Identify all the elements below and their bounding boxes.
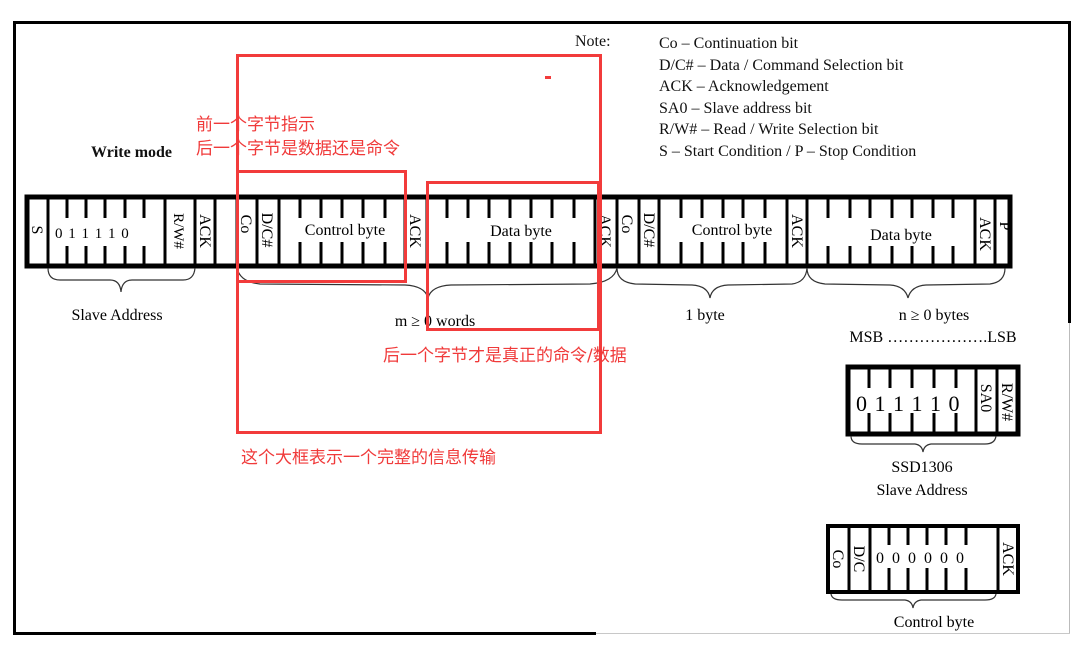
slave-address-bits: 0 1 1 1 1 0 — [55, 226, 130, 242]
slave-address-caption: Slave Address — [71, 307, 162, 324]
brace-slave-address — [47, 267, 196, 293]
brace-one-byte — [616, 267, 808, 299]
ack-cell-4: ACK — [788, 214, 805, 248]
control-byte-caption: Control byte — [894, 614, 974, 631]
brace-control-byte — [830, 593, 997, 609]
one-byte-caption: 1 byte — [685, 307, 725, 324]
ssd1306-caption-line2: Slave Address — [876, 482, 967, 499]
control-dc-bit-cell: D/C — [850, 546, 867, 573]
ssd1306-rw-bit-cell: R/W# — [998, 383, 1015, 421]
stop-condition-cell: P — [996, 222, 1013, 231]
brace-ssd1306-address — [850, 435, 997, 453]
co-bit-cell-2: Co — [618, 215, 635, 234]
annotation-mark — [545, 76, 551, 79]
ssd1306-address-bits: 0 1 1 1 1 0 — [856, 391, 961, 416]
msb-lsb-caption: MSB ……………….LSB — [849, 329, 1016, 346]
dc-bit-cell-2: D/C# — [640, 213, 657, 248]
ssd1306-caption-line1: SSD1306 — [891, 459, 952, 476]
annotation-box-data-byte — [426, 181, 600, 331]
ack-cell-5: ACK — [976, 217, 993, 251]
rw-bit-cell: R/W# — [170, 213, 186, 249]
annotation-data-byte: 后一个字节才是真正的命令/数据 — [383, 346, 627, 366]
control-byte-cell-2: Control byte — [692, 222, 772, 239]
annotation-control-byte-line1: 前一个字节指示 — [196, 115, 315, 135]
ack-cell-1: ACK — [196, 214, 213, 248]
data-byte-cell-2: Data byte — [870, 227, 932, 244]
n-bytes-caption: n ≥ 0 bytes — [899, 307, 970, 324]
control-ack-cell: ACK — [999, 542, 1016, 576]
annotation-control-byte-line2: 后一个字节是数据还是命令 — [196, 139, 400, 159]
sa0-bit-cell: SA0 — [977, 384, 994, 412]
annotation-box-control-byte — [236, 170, 407, 283]
brace-n-bytes — [806, 267, 1006, 299]
start-condition-cell: S — [28, 226, 45, 235]
control-co-bit-cell: Co — [829, 550, 846, 569]
annotation-full-transfer: 这个大框表示一个完整的信息传输 — [241, 448, 496, 468]
control-byte-bits: 0 0 0 0 0 0 — [876, 550, 966, 567]
